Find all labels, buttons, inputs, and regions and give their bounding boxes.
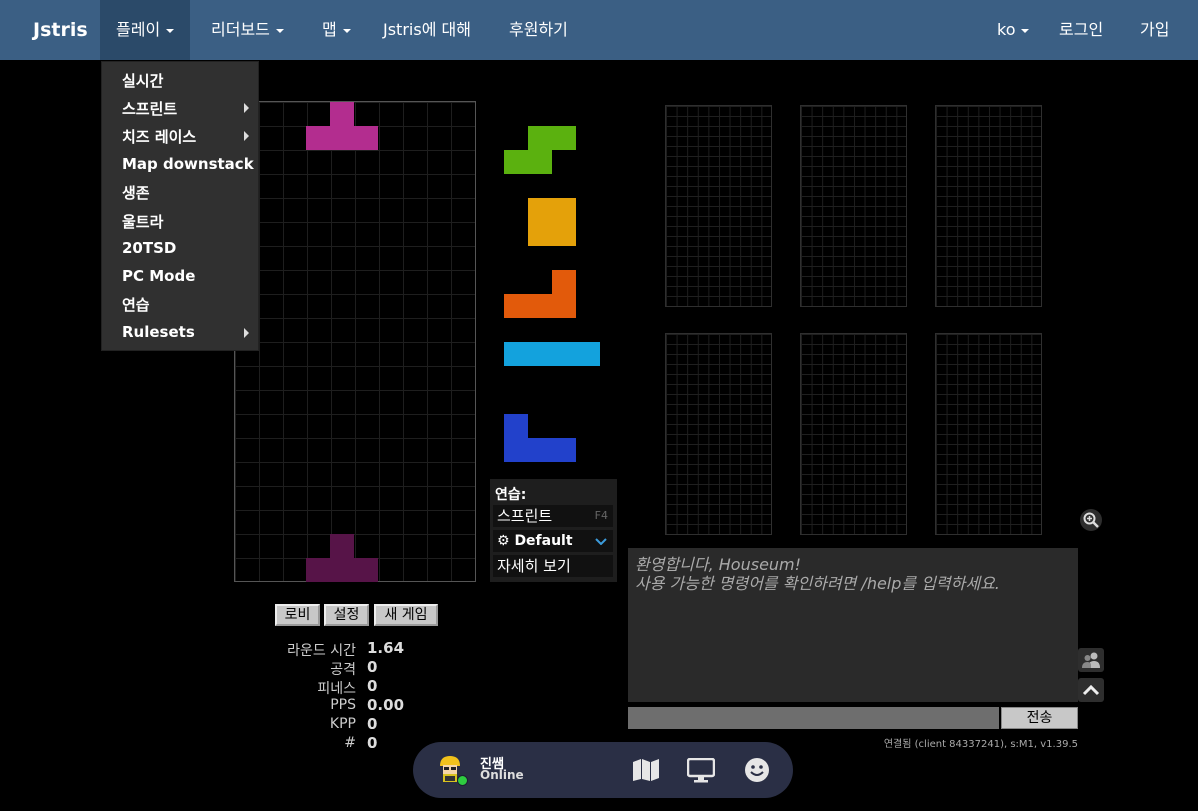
piece-block xyxy=(528,126,576,150)
stat-label-count: # xyxy=(344,735,356,751)
game-board[interactable] xyxy=(234,101,476,582)
chat-log[interactable]: 환영합니다, Houseum! 사용 가능한 명령어를 확인하려면 /help를… xyxy=(628,548,1078,702)
caret-down-icon xyxy=(1021,28,1030,33)
menu-item-cheese-race[interactable]: 치즈 레이스 xyxy=(122,126,196,147)
piece-block xyxy=(552,270,576,294)
nav-play-label: 플레이 xyxy=(116,20,161,39)
menu-item-rulesets[interactable]: Rulesets xyxy=(122,323,195,341)
mode-select[interactable]: 스프린트 F4 xyxy=(493,505,613,527)
settings-button[interactable]: 설정 xyxy=(324,604,369,626)
nav-leaderboard-label: 리더보드 xyxy=(211,20,270,39)
mode-label: 스프린트 xyxy=(497,507,553,525)
menu-item-sprint[interactable]: 스프린트 xyxy=(122,98,177,119)
zoom-in-icon xyxy=(1083,512,1099,528)
menu-item-ultra[interactable]: 울트라 xyxy=(122,211,163,232)
stat-value-pps: 0.00 xyxy=(367,696,405,714)
language-label: ko xyxy=(997,20,1016,39)
chevron-down-icon xyxy=(595,538,607,545)
opponent-board xyxy=(800,333,907,535)
active-piece-cell xyxy=(306,126,378,150)
users-icon xyxy=(1082,652,1100,668)
piece-block xyxy=(504,414,528,438)
new-game-button[interactable]: 새 게임 xyxy=(374,604,438,626)
menu-item-live[interactable]: 실시간 xyxy=(122,70,163,91)
stat-label-kpp: KPP xyxy=(329,716,356,732)
play-dropdown-menu: 실시간 스프린트 치즈 레이스 Map downstack 생존 울트라 20T… xyxy=(101,61,259,351)
submenu-arrow-icon xyxy=(244,328,249,338)
nav-donate[interactable]: 후원하기 xyxy=(509,0,568,60)
nav-leaderboard[interactable]: 리더보드 xyxy=(211,0,284,60)
opponent-board xyxy=(665,105,772,307)
brand-logo[interactable]: Jstris xyxy=(33,0,88,60)
stat-value-round-time: 1.64 xyxy=(367,639,405,657)
piece-block xyxy=(504,438,576,462)
players-button[interactable] xyxy=(1078,648,1104,672)
piece-block xyxy=(528,198,576,246)
online-indicator xyxy=(457,775,468,786)
nav-maps-label: 맵 xyxy=(322,20,337,39)
user-status: Online xyxy=(480,768,524,782)
language-selector[interactable]: ko xyxy=(997,0,1030,60)
scroll-up-button[interactable] xyxy=(1078,678,1104,702)
opponent-board xyxy=(665,333,772,535)
ghost-piece-cell xyxy=(306,558,378,582)
stat-label-attack: 공격 xyxy=(330,662,356,678)
avatar[interactable] xyxy=(437,754,468,786)
opponent-board xyxy=(800,105,907,307)
nav-about[interactable]: Jstris에 대해 xyxy=(383,0,471,60)
mode-panel-title: 연습: xyxy=(495,487,527,503)
nav-play[interactable]: 플레이 xyxy=(100,0,191,60)
details-link[interactable]: 자세히 보기 xyxy=(493,555,613,577)
active-piece-cell xyxy=(330,102,354,126)
ghost-piece-cell xyxy=(330,534,354,558)
opponent-board xyxy=(935,333,1042,535)
shortcut-hint: F4 xyxy=(594,509,608,522)
piece-block xyxy=(504,150,552,174)
zoom-button[interactable] xyxy=(1080,509,1102,531)
chevron-up-icon xyxy=(1082,684,1100,696)
stat-value-count: 0 xyxy=(367,734,378,752)
chat-message: 사용 가능한 명령어를 확인하려면 /help를 입력하세요. xyxy=(635,574,1000,593)
piece-block xyxy=(504,342,600,366)
caret-down-icon xyxy=(342,28,351,33)
monitor-icon[interactable] xyxy=(687,758,715,783)
signup-link[interactable]: 가입 xyxy=(1140,0,1169,60)
map-icon[interactable] xyxy=(632,758,660,782)
stat-label-round-time: 라운드 시간 xyxy=(287,643,356,659)
login-link[interactable]: 로그인 xyxy=(1059,0,1103,60)
smiley-icon[interactable] xyxy=(744,757,770,783)
submenu-arrow-icon xyxy=(244,131,249,141)
connection-status: 연결됨 (client 84337241), s:M1, v1.39.5 xyxy=(883,739,1078,750)
stat-value-finesse: 0 xyxy=(367,677,378,695)
caret-down-icon xyxy=(275,28,284,33)
nav-maps[interactable]: 맵 xyxy=(322,0,351,60)
gear-icon: ⚙ xyxy=(497,533,510,549)
caret-down-icon xyxy=(166,28,175,33)
piece-block xyxy=(504,294,576,318)
lobby-button[interactable]: 로비 xyxy=(275,604,320,626)
opponent-board xyxy=(935,105,1042,307)
ruleset-label: Default xyxy=(514,533,573,549)
ruleset-select[interactable]: ⚙ Default xyxy=(493,530,613,552)
bottom-user-bar: 진쌤 Online xyxy=(413,742,793,798)
menu-item-practice[interactable]: 연습 xyxy=(122,294,150,315)
stat-value-kpp: 0 xyxy=(367,715,378,733)
menu-item-20tsd[interactable]: 20TSD xyxy=(122,239,176,257)
stat-label-finesse: 피네스 xyxy=(317,681,356,697)
top-navbar: Jstris 플레이 리더보드 맵 Jstris에 대해 후원하기 ko 로그인… xyxy=(0,0,1198,60)
send-button[interactable]: 전송 xyxy=(1001,707,1078,729)
menu-item-pc-mode[interactable]: PC Mode xyxy=(122,267,195,285)
chat-input[interactable] xyxy=(628,707,999,729)
stat-label-pps: PPS xyxy=(330,697,356,713)
submenu-arrow-icon xyxy=(244,103,249,113)
stat-value-attack: 0 xyxy=(367,658,378,676)
menu-item-survival[interactable]: 생존 xyxy=(122,182,150,203)
mode-panel: 연습: 스프린트 F4 ⚙ Default 자세히 보기 xyxy=(490,479,617,582)
menu-item-map-downstack[interactable]: Map downstack xyxy=(122,155,254,173)
